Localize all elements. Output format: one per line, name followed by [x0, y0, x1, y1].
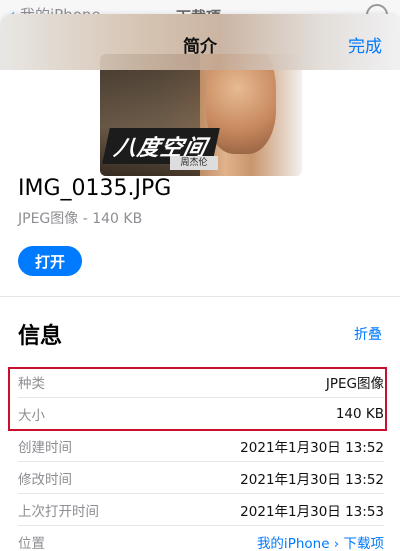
- row-key: 创建时间: [18, 439, 72, 456]
- row-value: JPEG图像: [325, 375, 384, 392]
- location-link[interactable]: 我的iPhone › 下载项: [257, 532, 384, 551]
- info-sheet: 简介 完成 八度空间 周杰伦 IMG_0135.JPG JPEG图像 - 140…: [0, 14, 400, 551]
- done-button[interactable]: 完成: [348, 32, 382, 57]
- divider: [0, 296, 400, 297]
- info-row-size: 大小 140 KB: [18, 398, 384, 430]
- open-button[interactable]: 打开: [18, 246, 82, 276]
- row-key: 位置: [18, 535, 45, 551]
- row-key: 上次打开时间: [18, 503, 99, 520]
- row-key: 种类: [18, 375, 45, 392]
- file-name: IMG_0135.JPG: [18, 176, 172, 201]
- sheet-header: 简介 完成: [0, 14, 400, 70]
- thumbnail-art-subtext: 周杰伦: [170, 156, 218, 170]
- info-row-kind: 种类 JPEG图像: [18, 366, 384, 398]
- info-row-modified: 修改时间 2021年1月30日 13:52: [18, 462, 384, 494]
- info-row-created: 创建时间 2021年1月30日 13:52: [18, 430, 384, 462]
- info-row-last-opened: 上次打开时间 2021年1月30日 13:53: [18, 494, 384, 526]
- file-thumbnail: 八度空间 周杰伦: [100, 54, 302, 176]
- row-value: 140 KB: [335, 405, 384, 422]
- info-section-title: 信息: [18, 324, 63, 349]
- info-row-location[interactable]: 位置 我的iPhone › 下载项: [18, 526, 384, 551]
- row-value: 2021年1月30日 13:53: [240, 503, 384, 520]
- row-key: 修改时间: [18, 471, 72, 488]
- file-subtitle: JPEG图像 - 140 KB: [18, 211, 143, 227]
- info-rows: 种类 JPEG图像 大小 140 KB 创建时间 2021年1月30日 13:5…: [0, 366, 400, 551]
- row-value: 2021年1月30日 13:52: [240, 471, 384, 488]
- row-value: 2021年1月30日 13:52: [240, 439, 384, 456]
- collapse-button[interactable]: 折叠: [354, 324, 382, 344]
- row-key: 大小: [18, 407, 45, 424]
- sheet-title: 简介: [183, 37, 217, 57]
